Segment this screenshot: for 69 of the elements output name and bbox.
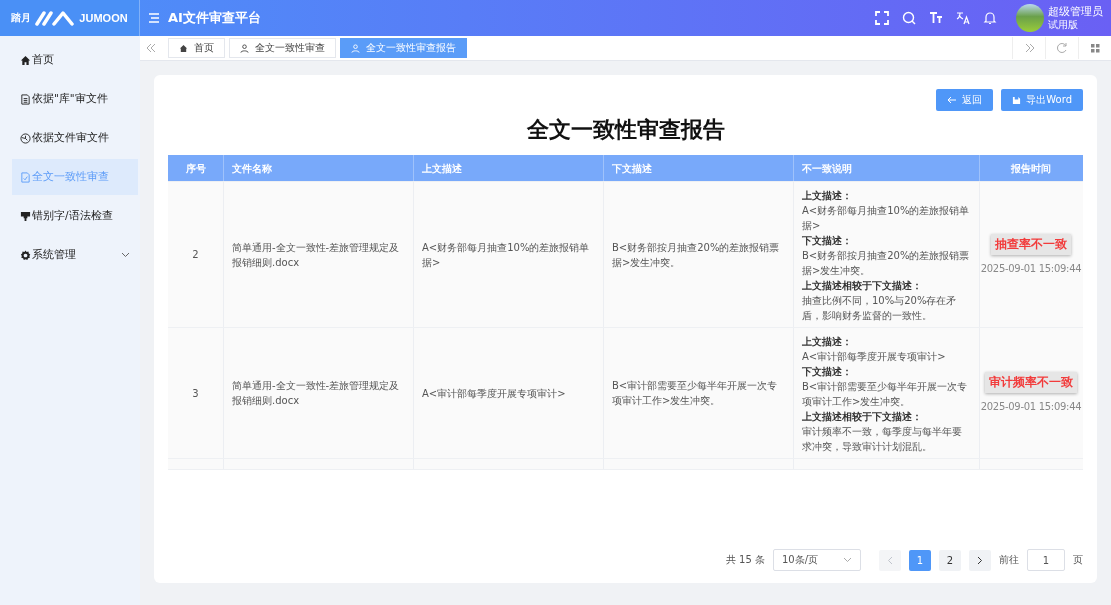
- chevron-down-icon: [843, 557, 852, 563]
- column-header: 序号: [168, 155, 224, 181]
- column-header: 不一致说明: [794, 155, 980, 181]
- page-button[interactable]: 2: [939, 549, 961, 571]
- explanation-heading: 上文描述：: [802, 335, 852, 349]
- app-title: AI文件审查平台: [168, 9, 261, 27]
- report-title: 全文一致性审查报告: [525, 116, 726, 144]
- goto-page-field[interactable]: 1: [1027, 549, 1065, 571]
- bell-icon[interactable]: [983, 11, 997, 25]
- explanation-heading: 上文描述：: [802, 189, 852, 203]
- search-icon[interactable]: [902, 11, 916, 25]
- table-cell: B<财务部按月抽查20%的差旅报销票据>发生冲突。: [604, 182, 794, 327]
- translate-icon[interactable]: [956, 11, 970, 25]
- explanation-heading: 下文描述：: [802, 234, 852, 248]
- sidebar-item[interactable]: 首页: [12, 42, 138, 78]
- callout-label: 审计频率不一致: [985, 372, 1077, 393]
- save-icon: [1012, 95, 1022, 105]
- page-size-select[interactable]: 10条/页: [773, 549, 861, 571]
- table-cell: A<审计部每季度开展专项审计>: [414, 328, 604, 458]
- arrow-left-icon: [947, 96, 958, 104]
- table-cell: B<审计部需要至少每半年开展一次专项审计工作>发生冲突。: [604, 328, 794, 458]
- column-header: 上文描述: [414, 155, 604, 181]
- goto-label: 前往: [999, 553, 1019, 567]
- sidebar-item[interactable]: 依据文件审文件: [12, 120, 138, 156]
- column-header: 文件名称: [224, 155, 414, 181]
- chevron-left-icon: [887, 555, 893, 565]
- page-tab[interactable]: 首页: [168, 38, 225, 58]
- table-cell: 3: [168, 328, 224, 458]
- user-icon: [351, 43, 360, 53]
- user-role: 试用版: [1048, 18, 1079, 31]
- table-cell: 简单通用-全文一致性-差旅管理规定及报销细则.docx: [224, 328, 414, 458]
- document-check-icon: [20, 171, 31, 183]
- clock-icon: [20, 132, 31, 144]
- font-size-icon[interactable]: [929, 11, 943, 25]
- table-cell: 2: [168, 182, 224, 327]
- home-icon: [179, 43, 188, 53]
- user-name: 超级管理员: [1048, 5, 1103, 19]
- sidebar-item[interactable]: 依据"库"审文件: [12, 81, 138, 117]
- explanation-text: B<审计部需要至少每半年开展一次专项审计工作>发生冲突。: [802, 380, 969, 409]
- table-cell: A<财务部每月抽查10%的差旅报销单据>: [414, 182, 604, 327]
- table-cell-text: 2025-09-01 15:09:44: [980, 400, 1082, 414]
- explanation-text: 抽查比例不同，10%与20%存在矛盾，影响财务监督的一致性。: [802, 294, 958, 323]
- table-cell-text: 2025-09-01 15:09:44: [980, 261, 1082, 276]
- document-icon: [20, 93, 31, 105]
- gear-icon: [20, 249, 31, 261]
- explanation-heading: 下文描述：: [802, 365, 852, 379]
- sidebar-item[interactable]: 系统管理: [12, 237, 138, 273]
- explanation-text: A<财务部每月抽查10%的差旅报销单据>: [802, 204, 971, 233]
- column-header: 下文描述: [604, 155, 794, 181]
- home-icon: [20, 54, 31, 66]
- explanation-text: A<审计部每季度开展专项审计>: [802, 350, 946, 364]
- chevron-right-icon: [977, 555, 983, 565]
- stamp-icon: [20, 210, 31, 222]
- logo-mark-icon: [35, 10, 76, 26]
- page-suffix: 页: [1073, 553, 1083, 567]
- user-icon: [240, 43, 249, 53]
- sidebar-item[interactable]: 错别字/语法检查: [12, 198, 138, 234]
- explanation-text: B<财务部按月抽查20%的差旅报销票据>发生冲突。: [802, 249, 971, 278]
- explanation-text: 审计频率不一致，每季度与每半年要求冲突，导致审计计划混乱。: [802, 425, 963, 454]
- total-count: 共 15 条: [725, 553, 765, 567]
- callout-label: 抽查率不一致: [991, 233, 1071, 255]
- fullscreen-icon[interactable]: [875, 11, 889, 25]
- explanation-heading: 上文描述相较于下文描述：: [802, 410, 922, 424]
- avatar-image[interactable]: [1016, 4, 1044, 32]
- column-header: 报告时间: [1010, 161, 1052, 176]
- table-cell: 简单通用-全文一致性-差旅管理规定及报销细则.docx: [224, 182, 414, 327]
- page-tab[interactable]: 全文一致性审查: [229, 38, 336, 58]
- menu-icon[interactable]: [148, 13, 160, 23]
- explanation-heading: 上文描述相较于下文描述：: [802, 279, 922, 293]
